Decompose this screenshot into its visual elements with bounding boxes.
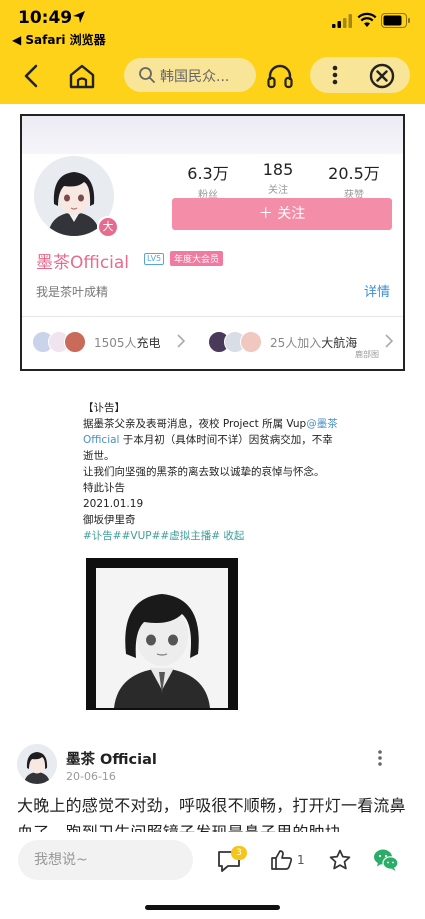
post-avatar-illustration (17, 744, 57, 784)
obituary-date: 2021.01.19 (83, 498, 144, 510)
stat-followers[interactable]: 6.3万 粉丝 (170, 160, 246, 201)
wechat-share-icon[interactable] (373, 848, 399, 872)
crew-label: 大航海 (321, 336, 358, 350)
wifi-icon (357, 12, 377, 27)
post-author-avatar[interactable] (17, 744, 57, 784)
more-vertical-icon[interactable] (320, 60, 350, 90)
obituary-signer: 御坂伊里奇 (83, 514, 136, 526)
home-indicator (145, 905, 280, 910)
search-box[interactable]: 韩国民众... (124, 58, 256, 92)
chevron-right-icon (385, 334, 394, 348)
charge-row[interactable]: 1505人充电 (32, 328, 212, 356)
memorial-portrait-frame (86, 558, 238, 710)
comment-count-badge: 3 (231, 846, 247, 860)
obituary-line1-pre: 据墨茶父亲及表哥消息，夜校 Project 所属 Vup (83, 418, 307, 430)
profile-banner (22, 116, 403, 154)
obituary-line3: 特此讣告 (83, 482, 125, 494)
like-count: 1 (297, 853, 305, 867)
stat-value: 20.5万 (328, 164, 380, 183)
obituary-line2: 让我们向坚强的黑茶的离去致以诚挚的哀悼与怀念。 (83, 466, 325, 478)
watermark: 鹿部图 (355, 350, 379, 359)
obituary-tags[interactable]: #讣告##VUP##虚拟主播# 收起 (83, 528, 343, 544)
close-circle-icon[interactable] (368, 62, 396, 90)
obituary-image[interactable]: 【讣告】 据墨茶父亲及表哥消息，夜校 Project 所属 Vup@墨茶 Off… (83, 400, 343, 710)
status-time: 10:49 (18, 8, 73, 28)
home-icon[interactable] (62, 58, 102, 94)
status-bar: 10:49 ◀ Safari 浏览器 (0, 0, 425, 50)
portrait-illustration (96, 568, 228, 708)
level-badge: LV5 (144, 253, 165, 265)
stat-following[interactable]: 185 关注 (240, 160, 316, 196)
battery-icon (381, 13, 410, 28)
crew-count: 25人加入 (270, 336, 322, 350)
headphones-icon[interactable] (262, 58, 298, 94)
profile-username: 墨茶Official (36, 253, 130, 273)
thumbs-up-icon[interactable] (270, 848, 294, 872)
detail-link[interactable]: 详情 (364, 281, 390, 300)
profile-bio: 我是茶叶成精 (36, 285, 109, 299)
stat-value: 6.3万 (187, 164, 229, 183)
back-to-app-link[interactable]: ◀ Safari 浏览器 (12, 31, 106, 48)
fan-avatar (64, 331, 86, 353)
more-vertical-icon[interactable] (372, 748, 388, 768)
stat-value: 185 (262, 160, 294, 179)
post-author-name[interactable]: 墨茶 Official (66, 748, 157, 769)
avatar-badge: 大 (97, 216, 119, 238)
top-bar: 10:49 ◀ Safari 浏览器 韩国民众... (0, 0, 425, 104)
obituary-line1: 据墨茶父亲及表哥消息，夜校 Project 所属 Vup@墨茶 Official… (83, 416, 343, 464)
memorial-portrait (94, 566, 230, 710)
capsule-menu (310, 57, 410, 93)
follow-button[interactable]: ＋ 关注 (172, 198, 392, 230)
back-arrow-icon[interactable] (14, 60, 50, 92)
star-icon[interactable] (328, 848, 352, 872)
signal-icon (332, 14, 352, 28)
charge-count: 1505人 (94, 336, 137, 350)
vip-badge: 年度大会员 (170, 251, 224, 266)
search-text: 韩国民众... (160, 69, 230, 85)
post-date: 20-06-16 (66, 770, 116, 783)
stat-label: 关注 (268, 185, 288, 196)
stat-likes[interactable]: 20.5万 获赞 (316, 160, 392, 201)
profile-stats: 6.3万 粉丝 185 关注 20.5万 获赞 (170, 160, 400, 201)
profile-screenshot: 大 6.3万 粉丝 185 关注 20.5万 获赞 ＋ 关注 墨茶Officia… (20, 114, 405, 371)
comment-input[interactable]: 我想说~ (18, 840, 193, 880)
obituary-line1-post: 于本月初（具体时间不详）因贫病交加，不幸逝世。 (83, 434, 333, 462)
divider (22, 316, 403, 317)
search-icon (139, 67, 155, 83)
crew-avatar (240, 331, 262, 353)
obituary-heading: 【讣告】 (83, 402, 125, 414)
charge-label: 充电 (136, 336, 161, 350)
location-arrow-icon (73, 11, 85, 23)
chevron-right-icon (177, 334, 186, 348)
